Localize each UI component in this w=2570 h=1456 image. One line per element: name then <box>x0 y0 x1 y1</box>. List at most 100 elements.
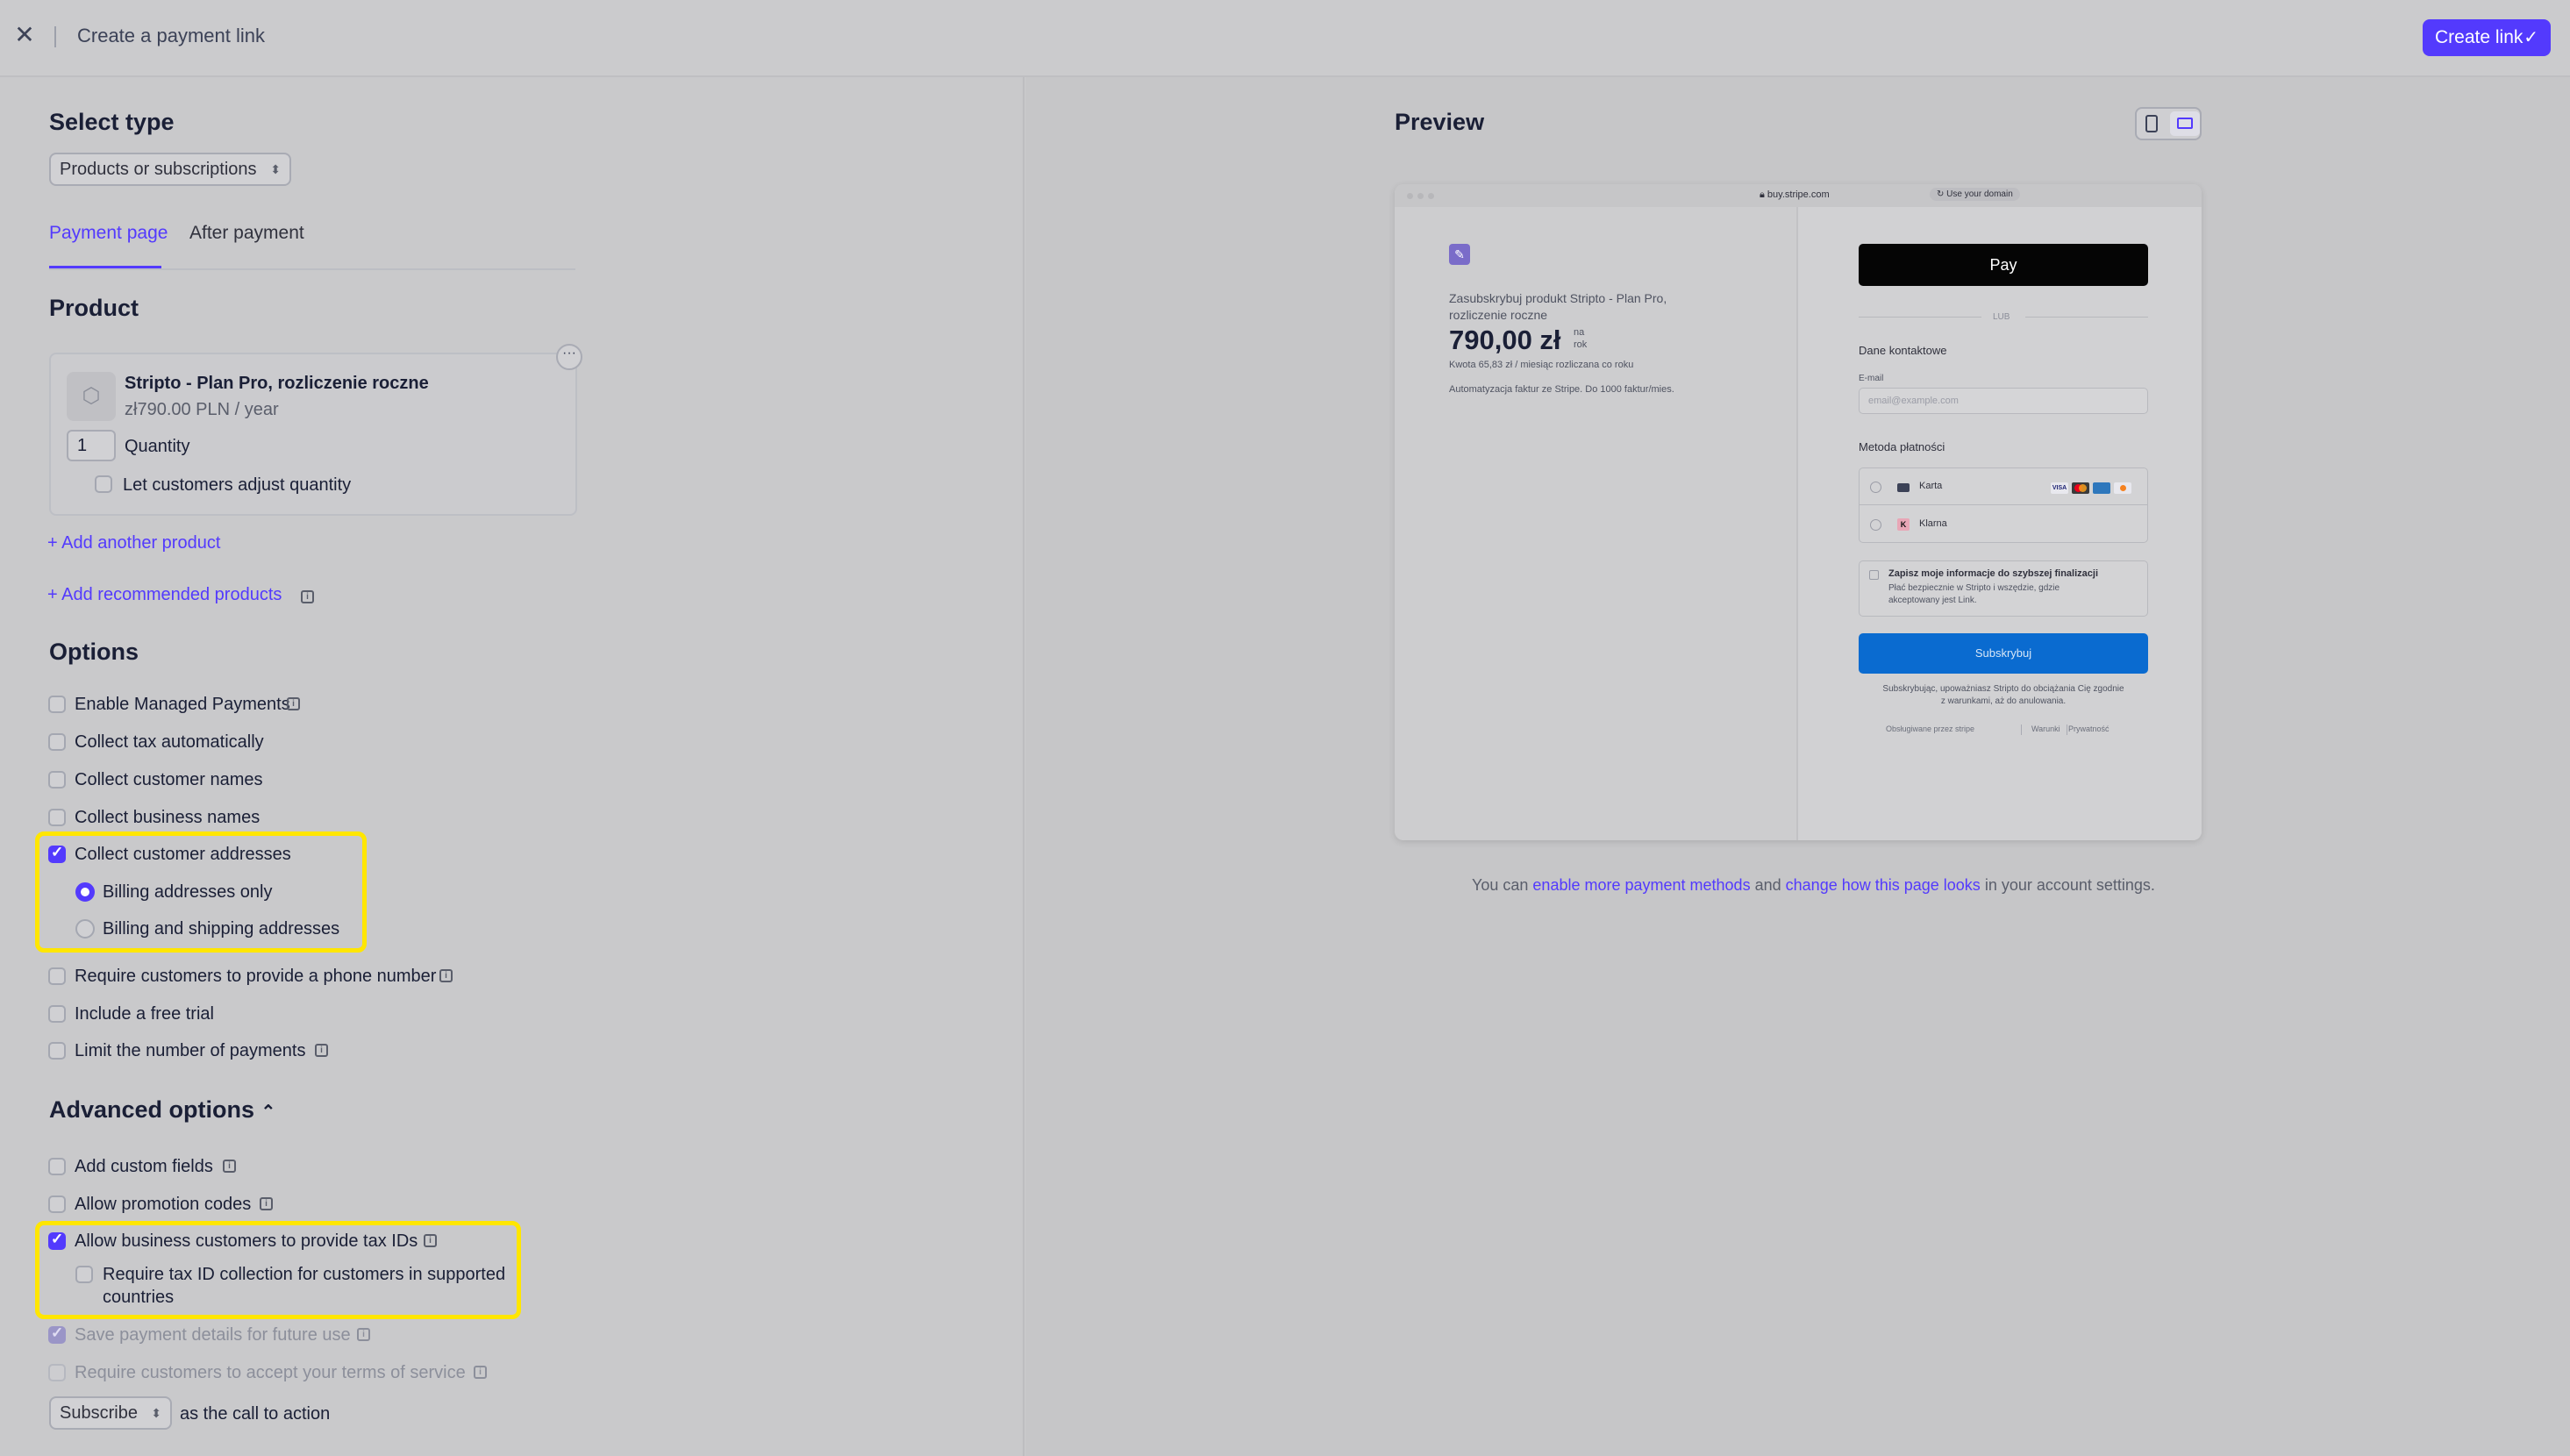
email-label: E-mail <box>1859 374 1884 383</box>
card-radio[interactable] <box>1870 482 1881 493</box>
divider <box>1859 504 2148 505</box>
card-icon <box>1897 483 1910 492</box>
amex-icon <box>2093 482 2110 494</box>
save-info-checkbox[interactable] <box>1869 570 1879 580</box>
mastercard-circle <box>2079 484 2087 492</box>
custom-fields-checkbox[interactable] <box>48 1158 66 1175</box>
checkout-preview-frame: 🔒︎ buy.stripe.com ↻ Use your domain ✎ Za… <box>1395 184 2202 840</box>
cta-select[interactable]: Subscribe ⬍ <box>49 1396 172 1430</box>
quantity-input[interactable]: 1 <box>67 430 116 461</box>
info-icon[interactable]: i <box>223 1160 236 1173</box>
more-options-icon[interactable]: ··· <box>556 344 582 370</box>
save-payment-details-label: Save payment details for future use <box>75 1325 351 1345</box>
billing-shipping-radio[interactable] <box>75 919 95 939</box>
info-icon[interactable]: i <box>424 1234 437 1247</box>
collect-business-names-checkbox[interactable] <box>48 809 66 826</box>
tab-after-payment[interactable]: After payment <box>189 223 304 244</box>
apple-pay-button[interactable]: Pay <box>1859 244 2148 286</box>
tax-ids-checkbox[interactable] <box>48 1231 66 1250</box>
add-another-product-link[interactable]: + Add another product <box>47 533 220 553</box>
require-tax-id-label-line1: Require tax ID collection for customers … <box>103 1265 506 1284</box>
window-dot <box>1407 193 1413 199</box>
lub-text: LUB <box>1993 312 2010 322</box>
product-name: Stripto - Plan Pro, rozliczenie roczne <box>125 374 429 393</box>
mobile-icon[interactable] <box>2145 115 2158 132</box>
terms-link[interactable]: Warunki <box>2031 724 2060 733</box>
info-icon[interactable]: i <box>474 1366 487 1379</box>
add-recommended-products-link[interactable]: + Add recommended products <box>47 585 282 605</box>
change-page-looks-link[interactable]: change how this page looks <box>1786 876 1981 894</box>
info-icon[interactable]: i <box>260 1197 273 1210</box>
options-heading: Options <box>49 639 139 665</box>
collect-addresses-label: Collect customer addresses <box>75 845 291 864</box>
save-info-title: Zapisz moje informacje do szybszej final… <box>1888 568 2099 579</box>
type-select[interactable]: Products or subscriptions ⬍ <box>49 153 291 186</box>
monthly-amount: Kwota 65,83 zł / miesiąc rozliczana co r… <box>1449 360 1634 370</box>
free-trial-checkbox[interactable] <box>48 1005 66 1023</box>
page-title: Create a payment link <box>77 25 265 46</box>
method-klarna-label: Klarna <box>1919 518 1947 529</box>
lock-icon: 🔒︎ <box>1760 189 1767 200</box>
discover-icon <box>2114 482 2131 494</box>
quantity-label: Quantity <box>125 437 190 456</box>
subscribe-button[interactable]: Subskrybuj <box>1859 633 2148 674</box>
divider <box>2021 724 2022 735</box>
visa-icon: VISA <box>2051 482 2068 494</box>
advanced-options-heading[interactable]: Advanced options ⌃ <box>49 1096 275 1124</box>
enable-payment-methods-link[interactable]: enable more payment methods <box>1532 876 1750 894</box>
price-per-na: na <box>1574 327 1585 338</box>
url-text: buy.stripe.com <box>1767 189 1830 200</box>
tab-payment-page[interactable]: Payment page <box>49 223 168 244</box>
adjust-quantity-checkbox[interactable] <box>95 475 112 493</box>
save-payment-details-checkbox <box>48 1324 66 1344</box>
browser-bar: 🔒︎ buy.stripe.com ↻ Use your domain <box>1395 184 2202 207</box>
terms-of-service-checkbox <box>48 1364 66 1381</box>
product-line-1: Zasubskrybuj produkt Stripto - Plan Pro, <box>1449 291 1667 305</box>
footer-and: and <box>1754 876 1781 894</box>
collect-tax-checkbox[interactable] <box>48 733 66 751</box>
footer-prefix: You can <box>1472 876 1529 894</box>
device-toggle <box>2135 107 2202 140</box>
collect-tax-label: Collect tax automatically <box>75 732 264 752</box>
updown-icon: ⬍ <box>270 162 281 176</box>
email-input[interactable]: email@example.com <box>1859 388 2148 414</box>
info-icon[interactable]: i <box>357 1328 370 1341</box>
billing-only-radio[interactable] <box>75 882 95 902</box>
preview-footer: You can enable more payment methods and … <box>1472 876 2155 895</box>
info-icon[interactable]: i <box>315 1044 328 1057</box>
collect-addresses-checkbox[interactable] <box>48 844 66 863</box>
collect-names-checkbox[interactable] <box>48 771 66 789</box>
select-type-heading: Select type <box>49 109 175 135</box>
product-price: zł790.00 PLN / year <box>125 400 279 419</box>
adjust-quantity-label: Let customers adjust quantity <box>123 475 352 495</box>
phone-number-checkbox[interactable] <box>48 967 66 985</box>
close-icon[interactable]: ✕ <box>12 23 37 47</box>
mastercard-icon <box>2072 482 2089 494</box>
refresh-icon: ↻ <box>1937 189 1947 199</box>
require-tax-id-checkbox[interactable] <box>75 1266 93 1283</box>
product-description: Automatyzacja faktur ze Stripe. Do 1000 … <box>1449 384 1674 395</box>
privacy-link[interactable]: Prywatność <box>2068 724 2110 733</box>
klarna-icon: K <box>1897 518 1910 531</box>
require-tax-id-label-line2: countries <box>103 1288 175 1307</box>
product-image-icon: ⬡ <box>67 372 116 421</box>
cta-suffix: as the call to action <box>180 1404 331 1424</box>
use-domain-badge: ↻ Use your domain <box>1930 188 2020 201</box>
info-icon[interactable]: i <box>287 697 300 710</box>
desktop-icon[interactable] <box>2177 118 2193 129</box>
enable-managed-payments-checkbox[interactable] <box>48 696 66 713</box>
updown-icon: ⬍ <box>151 1406 161 1420</box>
billing-shipping-label: Billing and shipping addresses <box>103 919 340 939</box>
free-trial-label: Include a free trial <box>75 1004 214 1024</box>
info-icon[interactable]: i <box>439 969 453 982</box>
create-link-button[interactable]: Create link ✓ <box>2423 19 2551 56</box>
info-icon[interactable]: i <box>301 590 314 603</box>
limit-payments-checkbox[interactable] <box>48 1042 66 1060</box>
divider <box>1859 317 1981 318</box>
enable-managed-payments-label: Enable Managed Payments <box>75 695 290 714</box>
promotion-codes-checkbox[interactable] <box>48 1195 66 1213</box>
klarna-radio[interactable] <box>1870 519 1881 531</box>
use-domain-text: Use your domain <box>1946 189 2013 199</box>
preview-heading: Preview <box>1395 109 1485 135</box>
save-info-line1: Płać bezpiecznie w Stripto i wszędzie, g… <box>1888 583 2060 593</box>
